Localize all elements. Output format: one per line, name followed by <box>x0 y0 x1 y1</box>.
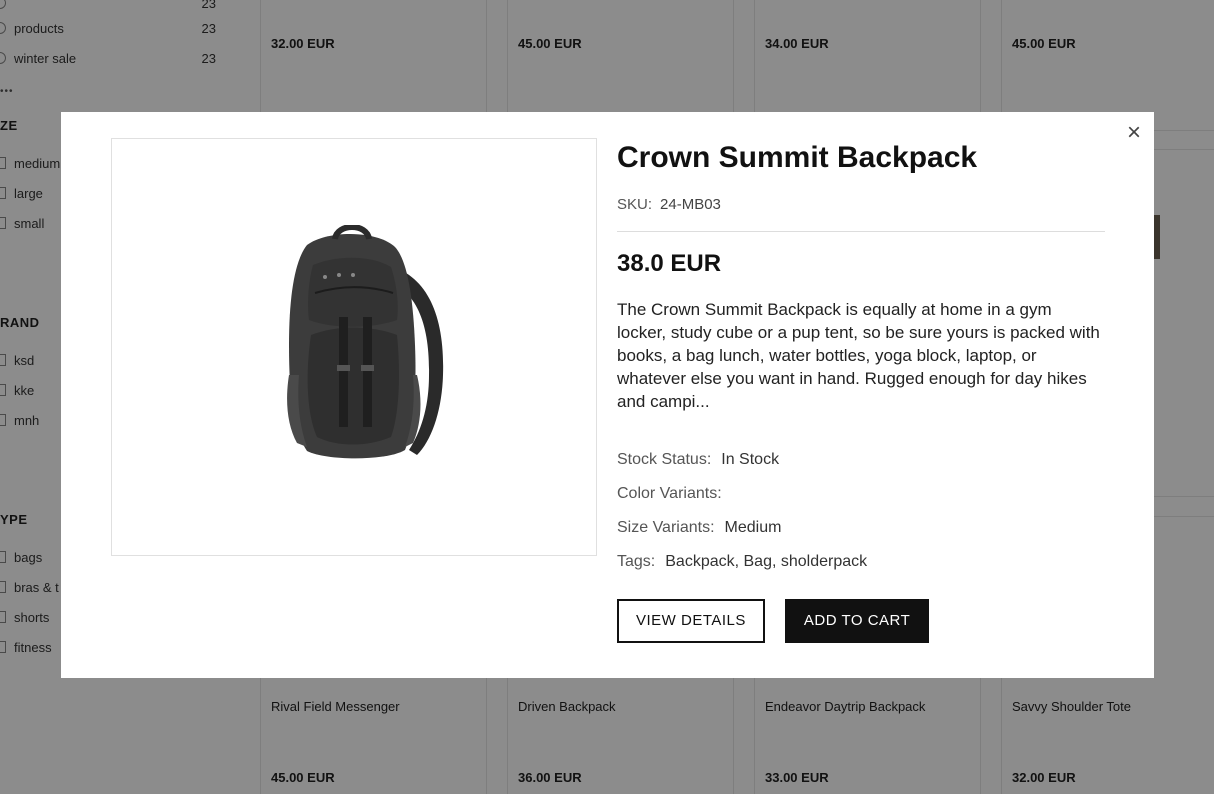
stock-status-label: Stock Status: <box>617 451 712 468</box>
product-title: Crown Summit Backpack <box>617 141 978 174</box>
product-description: The Crown Summit Backpack is equally at … <box>617 300 1100 411</box>
tags-value[interactable]: Backpack, Bag, sholderpack <box>665 553 867 570</box>
sku-label: SKU: <box>617 196 653 213</box>
color-variants-row: Color Variants: <box>617 477 1105 511</box>
product-image-frame <box>111 138 597 556</box>
size-variants-value: Medium <box>724 519 782 536</box>
action-buttons: VIEW DETAILS ADD TO CART <box>617 599 1105 643</box>
divider <box>617 231 1105 232</box>
tags-row: Tags: Backpack, Bag, sholderpack <box>617 545 1105 579</box>
product-info: Crown Summit Backpack SKU: 24-MB03 38.0 E… <box>617 138 1105 643</box>
close-icon[interactable]: × <box>1124 120 1144 146</box>
size-variants-label: Size Variants: <box>617 519 715 536</box>
tags-label: Tags: <box>617 553 656 570</box>
sku-value: 24-MB03 <box>660 196 721 213</box>
add-to-cart-button[interactable]: ADD TO CART <box>784 599 930 643</box>
stock-status-row: Stock Status: In Stock <box>617 443 1105 477</box>
sku-row: SKU: 24-MB03 <box>617 196 1105 213</box>
backpack-image <box>287 225 444 459</box>
quick-view-modal: × Crown Summit Backpack SKU: 24-MB03 38.… <box>61 112 1154 678</box>
product-attributes: Stock Status: In Stock Color Variants: Si… <box>617 443 1105 579</box>
color-variants-label: Color Variants: <box>617 485 722 502</box>
stock-status-value: In Stock <box>721 451 780 468</box>
product-price: 38.0 EUR <box>617 250 722 277</box>
size-variants-row: Size Variants: Medium <box>617 511 1105 545</box>
view-details-button[interactable]: VIEW DETAILS <box>617 599 765 643</box>
